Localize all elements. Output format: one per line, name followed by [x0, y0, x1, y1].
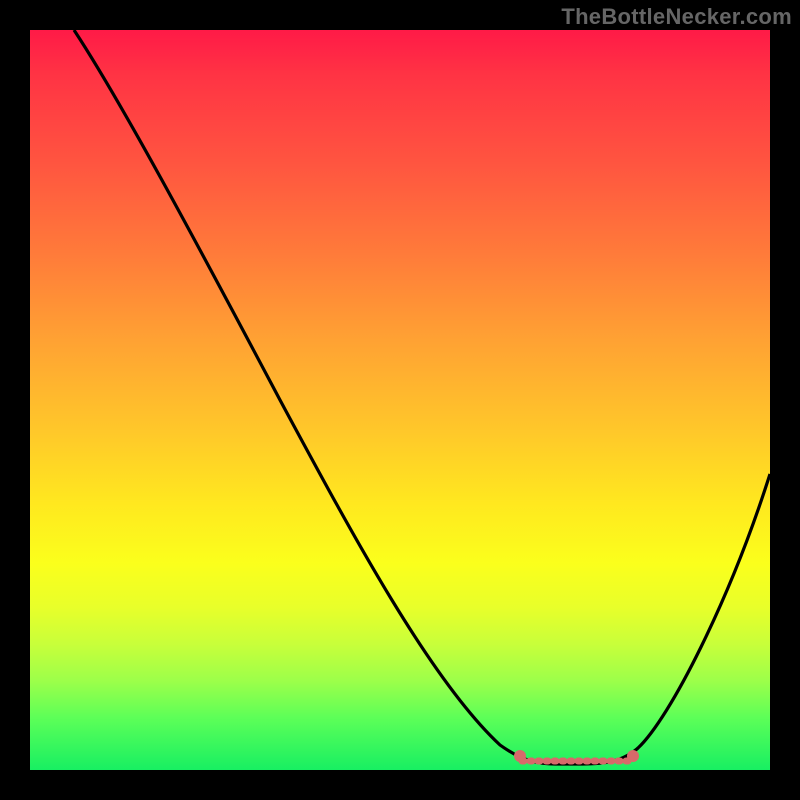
highlight-segment	[514, 750, 639, 762]
attribution-text: TheBottleNecker.com	[561, 4, 792, 30]
bottleneck-curve	[74, 30, 770, 764]
curve-layer	[30, 30, 770, 770]
plot-area	[30, 30, 770, 770]
chart-wrapper: TheBottleNecker.com	[0, 0, 800, 800]
highlight-dot-right	[627, 750, 639, 762]
highlight-dot-left	[514, 750, 526, 762]
